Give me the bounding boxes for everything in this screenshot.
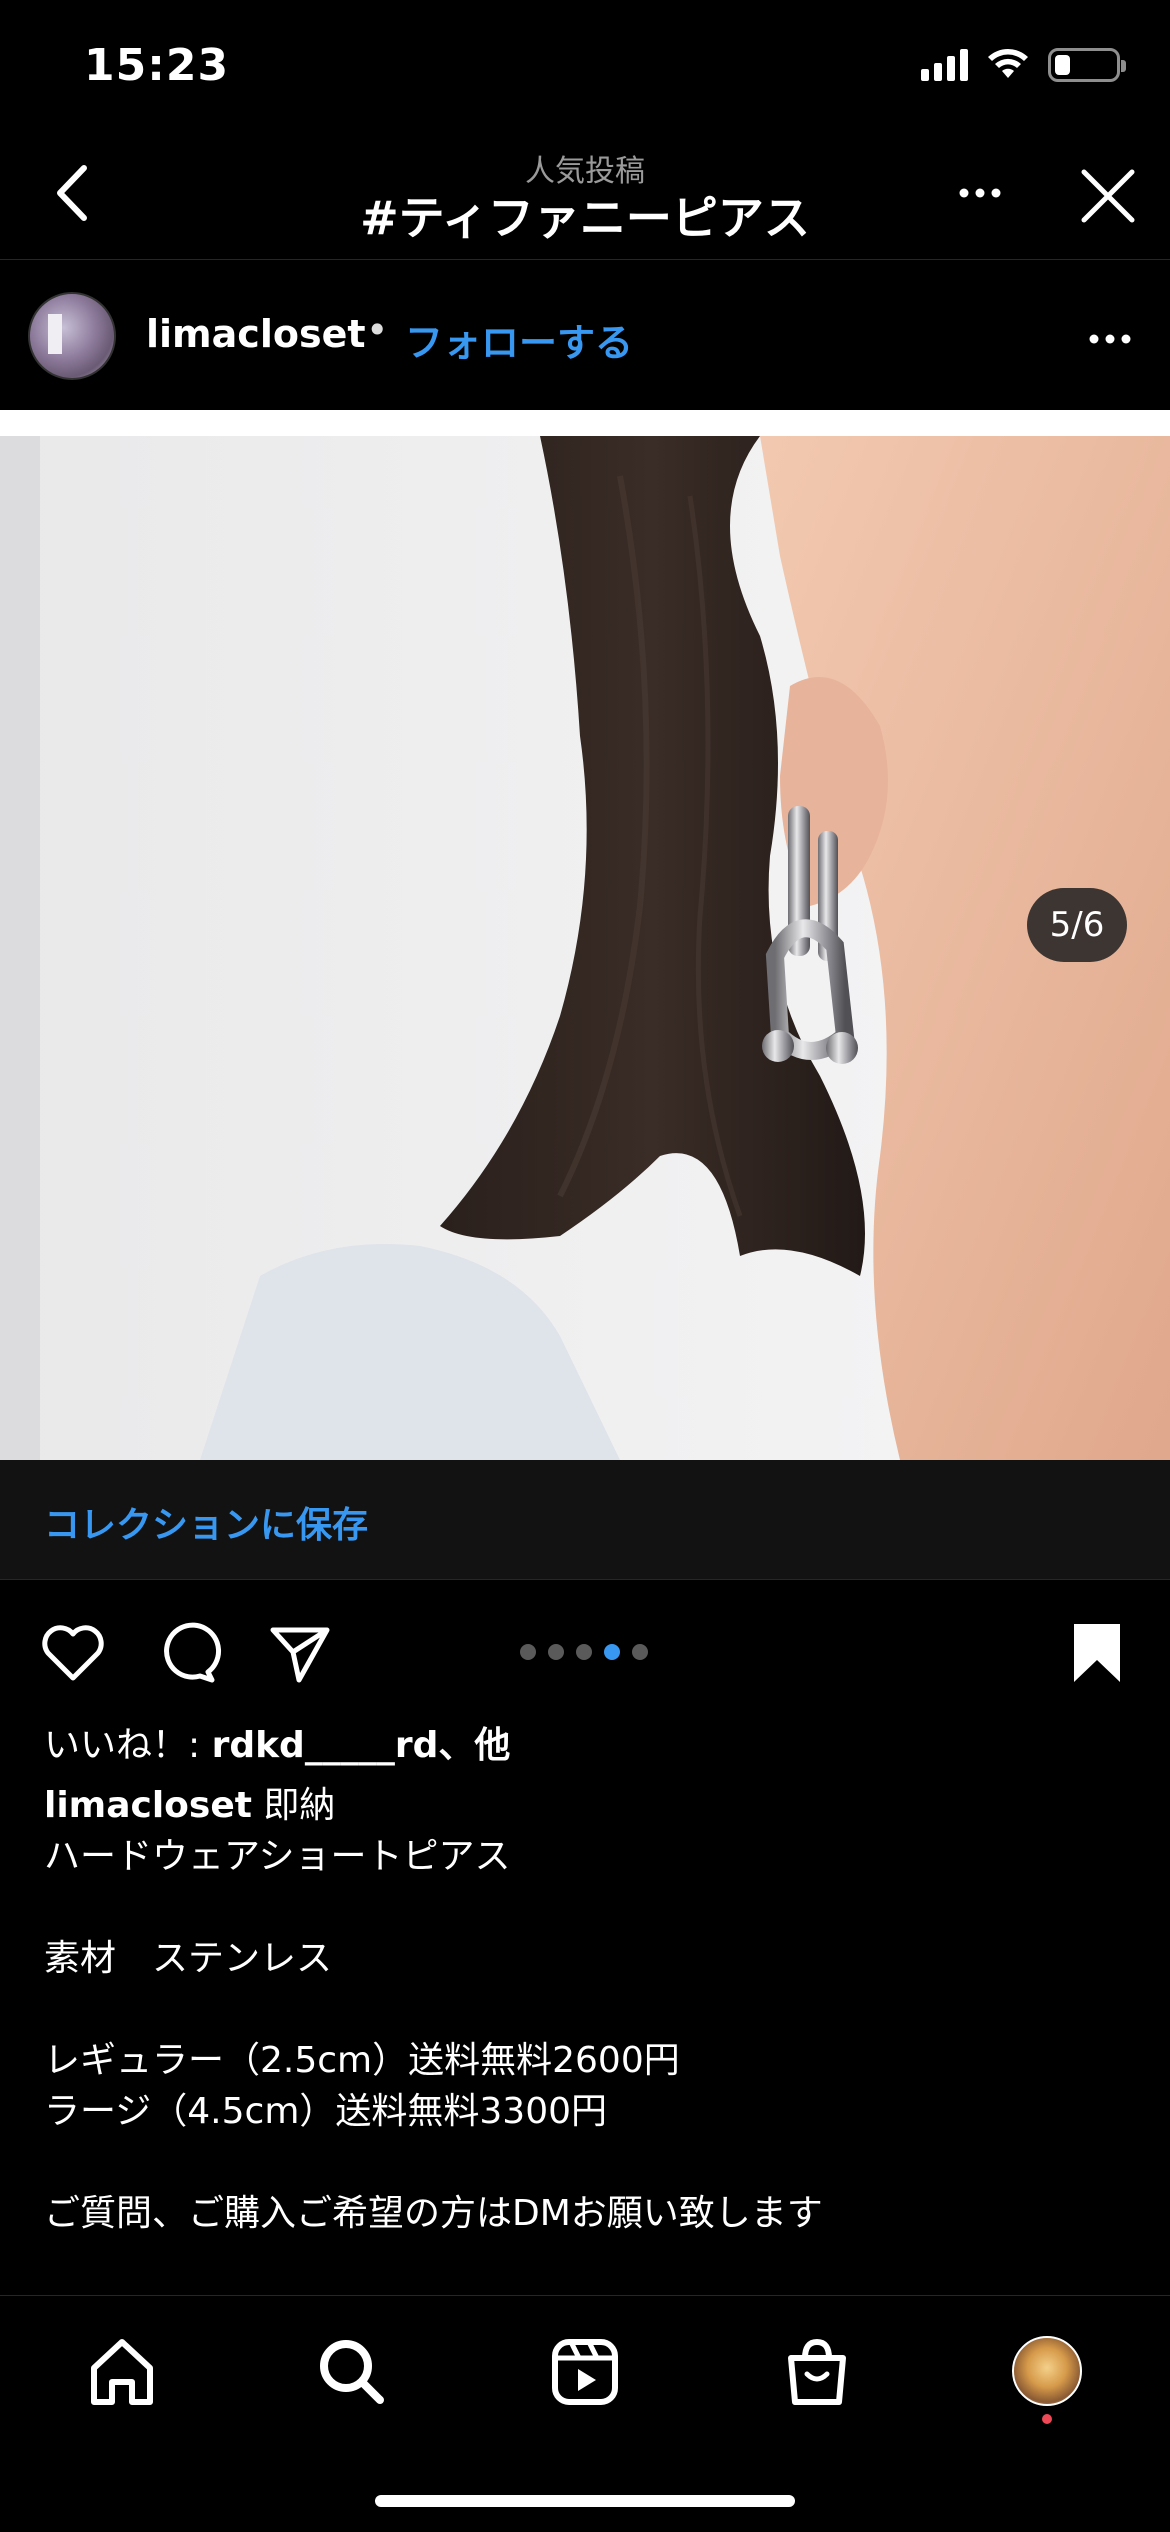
carousel-dot [576,1644,592,1660]
status-icons [921,48,1126,82]
battery-icon [1048,48,1126,82]
notification-dot [1042,2414,1052,2424]
send-icon[interactable] [265,1618,335,1688]
caption-line [44,1882,1134,1933]
cellular-signal-icon [921,49,968,81]
caption-first-line: limacloset 即納 [44,1780,1134,1831]
caption-first-text: 即納 [251,1785,336,1826]
likes-suffix: 、他 [438,1725,511,1766]
post-username[interactable]: limacloset [146,312,366,356]
shopping-bag-icon[interactable] [777,2332,857,2412]
likes-user[interactable]: rdkd_____rd [212,1725,439,1766]
battery-level [1055,55,1070,75]
heart-icon[interactable] [38,1618,108,1688]
carousel-dot [520,1644,536,1660]
post-caption: limacloset 即納 ハードウェアショートピアス 素材 ステンレス レギュ… [44,1780,1134,2239]
save-to-collection-label[interactable]: コレクションに保存 [44,1496,368,1548]
post-more-options-icon[interactable] [1080,324,1140,354]
caption-line: 素材 ステンレス [44,1938,333,1979]
caption-line: ハードウェアショートピアス [44,1836,511,1877]
wifi-icon [988,49,1028,78]
post-media[interactable]: 5/6 [0,410,1170,1460]
more-options-icon[interactable] [950,168,1010,218]
status-time: 15:23 [84,40,230,91]
home-icon[interactable] [82,2332,162,2412]
profile-avatar-tab[interactable] [1012,2336,1082,2406]
caption-line: ラージ（4.5cm）送料無料3300円 [44,2091,608,2132]
search-icon[interactable] [312,2332,392,2412]
earring-photo-illustration [0,436,1170,1460]
likes-prefix: いいね！: [44,1725,212,1766]
save-to-collection-bar[interactable]: コレクションに保存 [0,1460,1170,1580]
carousel-dot [632,1644,648,1660]
close-icon[interactable] [1078,166,1138,226]
caption-line: レギュラー（2.5cm）送料無料2600円 [44,2040,680,2081]
carousel-dot-active [604,1644,620,1660]
home-indicator [375,2495,795,2507]
status-bar: 15:23 [0,0,1170,130]
caption-line [44,2137,1134,2188]
caption-line [44,1984,1134,2035]
separator-dot: • [366,308,389,352]
reels-icon[interactable] [545,2332,625,2412]
carousel-dots [520,1644,648,1660]
bookmark-filled-icon[interactable] [1062,1618,1132,1688]
follow-button[interactable]: フォローする [405,312,633,367]
user-avatar[interactable] [28,292,116,380]
post-header: limacloset • フォローする [0,262,1170,412]
comment-icon[interactable] [152,1618,222,1688]
nav-header: 人気投稿 #ティファニーピアス [0,130,1170,260]
carousel-dot [548,1644,564,1660]
caption-line: ご質問、ご購入ご希望の方はDMお願い致します [44,2193,823,2234]
caption-username[interactable]: limacloset [44,1785,252,1826]
carousel-page-indicator: 5/6 [1027,888,1127,962]
post-actions [0,1600,1170,1700]
likes-summary[interactable]: いいね！: rdkd_____rd、他 [44,1716,510,1768]
post-photo[interactable] [0,436,1170,1460]
